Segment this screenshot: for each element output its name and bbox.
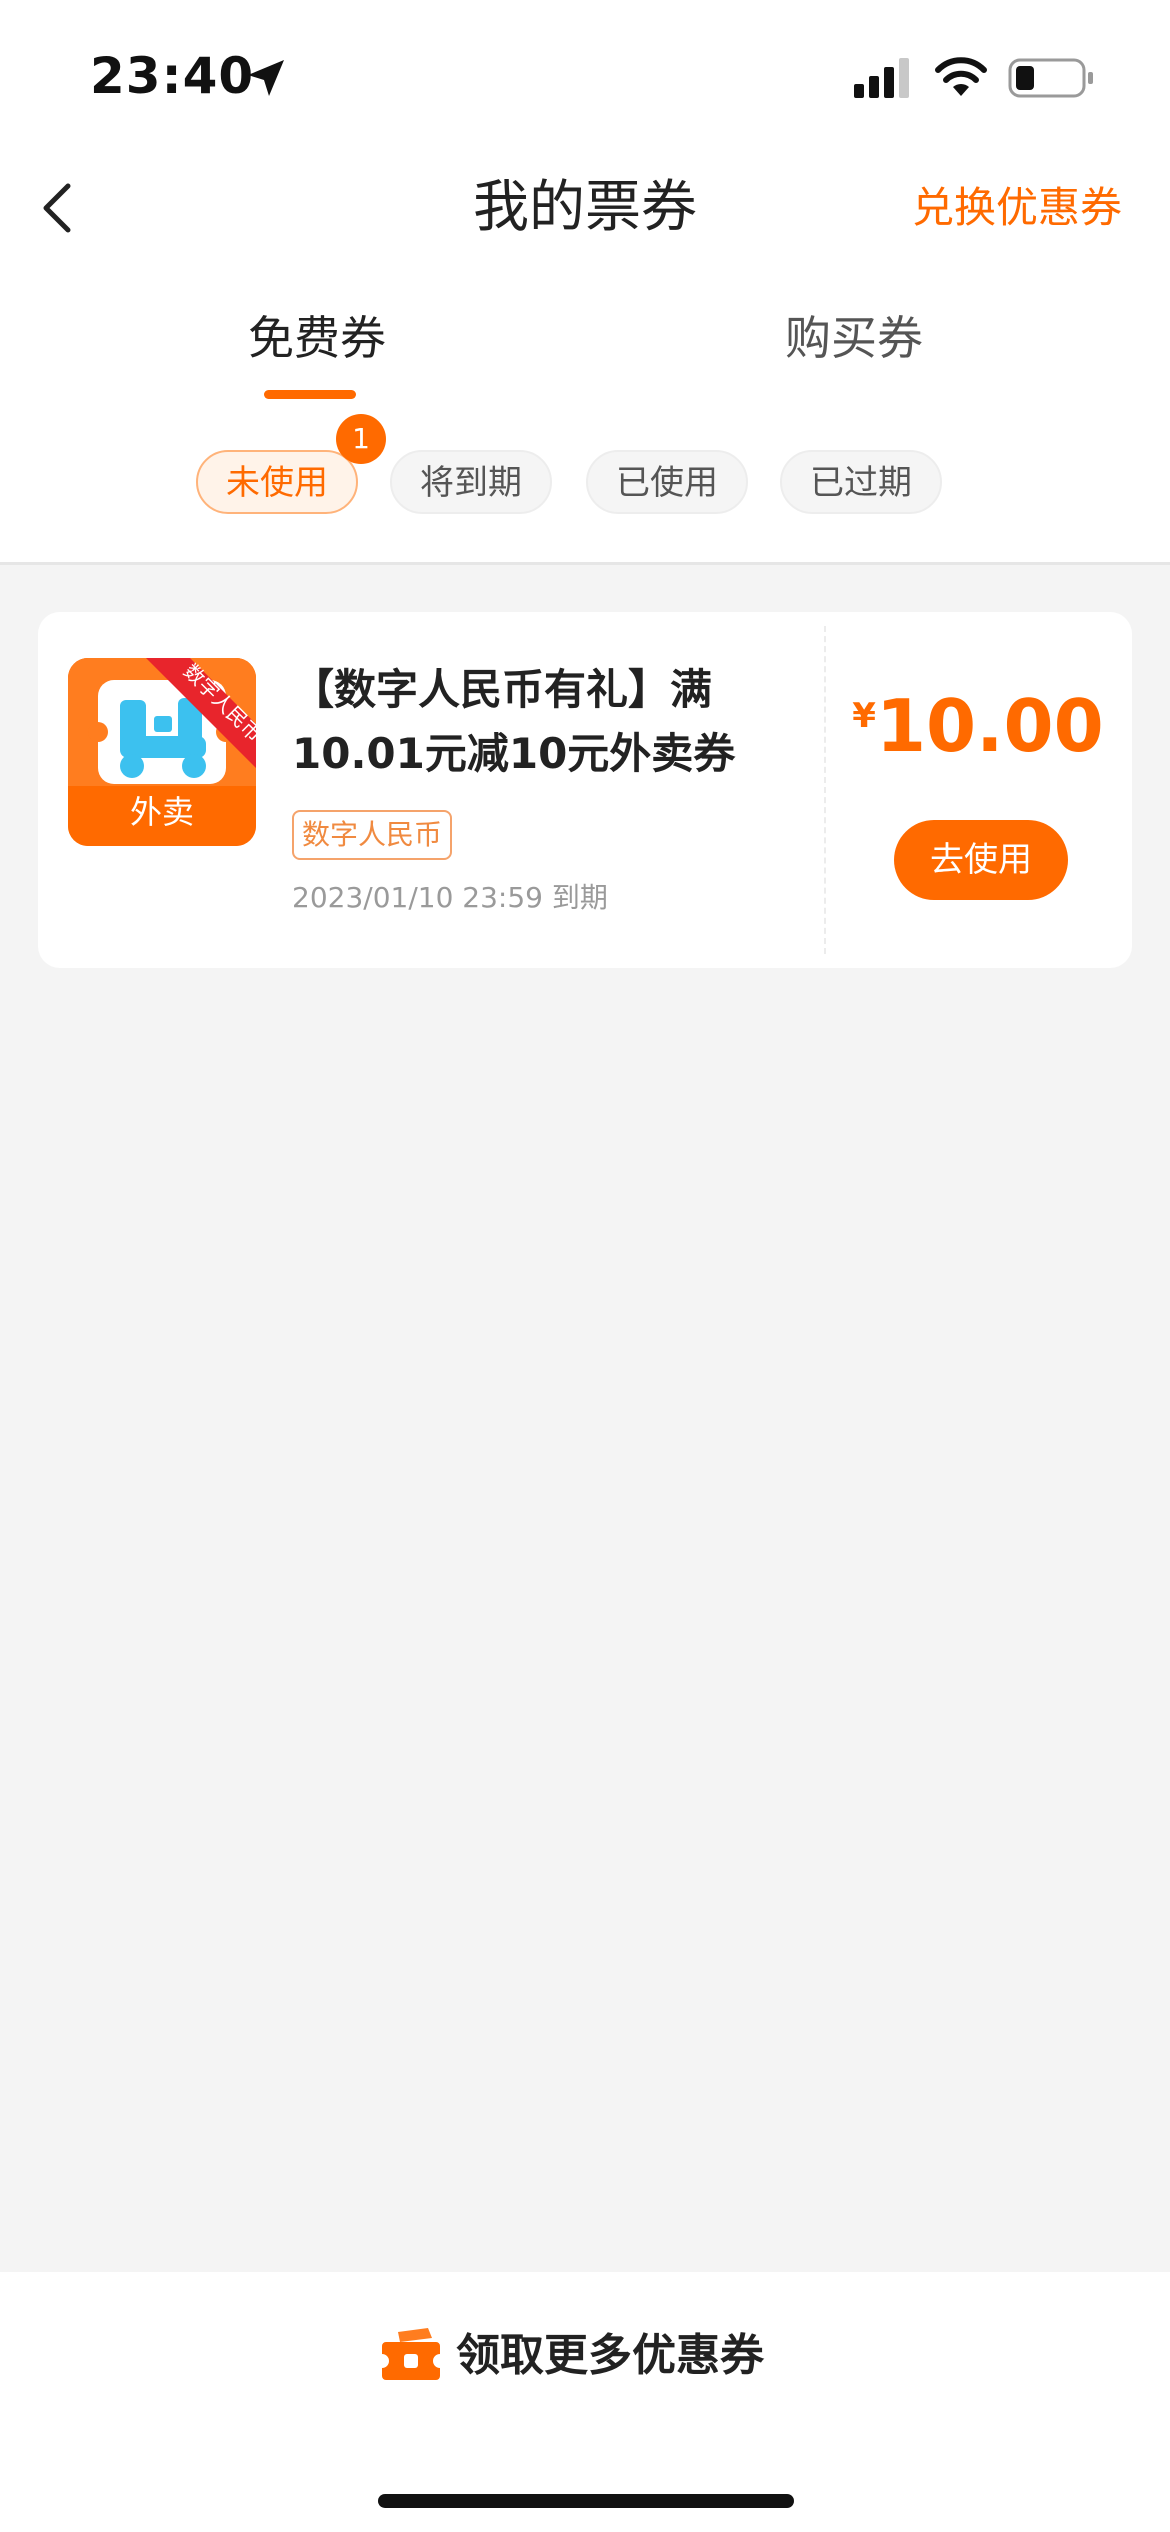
coupon-expiry: 2023/01/10 23:59 到期 [292, 881, 608, 914]
coupon-card[interactable]: 数字人民币专属 外卖 【数字人民币有礼】满10.01元减10元外卖券 数字人民币… [38, 612, 1132, 968]
logo-label: 外卖 [129, 793, 194, 831]
cellular-signal-icon [854, 58, 909, 98]
filter-used[interactable]: 已使用 [586, 450, 748, 514]
tab-free-coupons[interactable]: 免费券 [248, 306, 386, 370]
coupon-amount: ¥10.00 [824, 678, 1132, 774]
use-coupon-button[interactable]: 去使用 [894, 820, 1068, 900]
bottom-bar: 领取更多优惠券 [0, 2272, 1170, 2532]
status-time: 23:40 [90, 47, 255, 105]
chevron-left-icon[interactable] [30, 168, 90, 248]
coupon-title: 【数字人民币有礼】满10.01元减10元外卖券 [292, 665, 736, 778]
page-title: 我的票券 [473, 175, 697, 240]
wifi-icon [935, 57, 987, 96]
coupon-amount-value: 10.00 [875, 684, 1104, 768]
filter-expiring[interactable]: 将到期 [390, 450, 552, 514]
active-tab-indicator [264, 390, 356, 399]
filter-unused[interactable]: 未使用 [196, 450, 358, 514]
redeem-coupon-link[interactable]: 兑换优惠券 [912, 178, 1122, 238]
battery-icon [1008, 58, 1093, 98]
ticket-icon [382, 2328, 440, 2380]
header-divider [0, 562, 1170, 565]
get-more-coupons-button[interactable]: 领取更多优惠券 [380, 2316, 764, 2396]
home-indicator [378, 2494, 794, 2508]
get-more-coupons-label: 领取更多优惠券 [456, 2330, 764, 2381]
coupon-tag: 数字人民币 [292, 810, 453, 860]
currency-symbol: ¥ [852, 696, 876, 736]
card-dashed-divider [824, 626, 826, 954]
coupon-logo: 数字人民币专属 外卖 [68, 658, 256, 846]
filter-expired[interactable]: 已过期 [780, 450, 942, 514]
tab-purchased-coupons[interactable]: 购买券 [785, 306, 923, 370]
location-arrow-icon [248, 60, 284, 96]
unused-count-badge: 1 [336, 414, 386, 464]
